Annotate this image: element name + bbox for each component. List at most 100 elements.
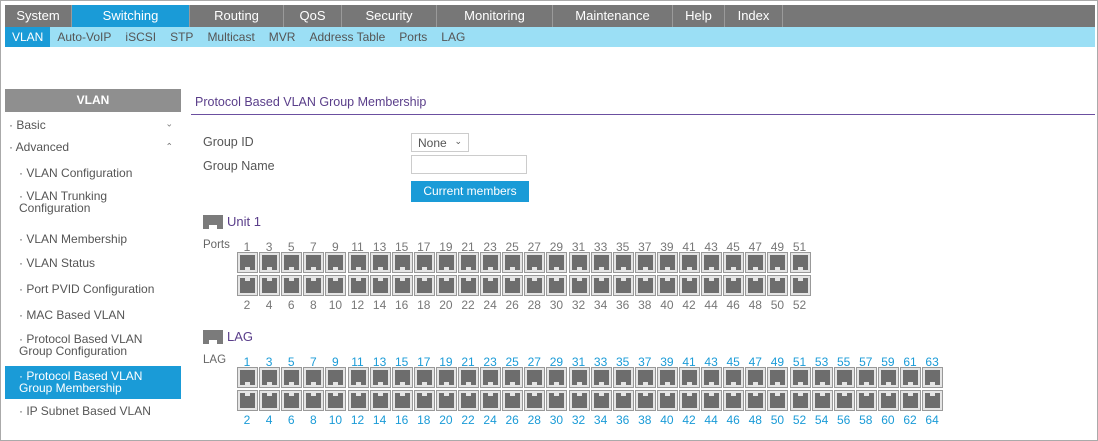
unit-port-16[interactable] xyxy=(391,275,413,296)
unit-port-30[interactable] xyxy=(546,275,568,296)
lag-port-56[interactable] xyxy=(833,390,855,411)
lag-port-40[interactable] xyxy=(656,390,678,411)
subnav-iscsi[interactable]: iSCSI xyxy=(118,27,163,47)
unit-port-1[interactable] xyxy=(237,252,258,273)
lag-port-59[interactable] xyxy=(877,367,899,388)
unit-port-46[interactable] xyxy=(723,275,745,296)
subnav-lag[interactable]: LAG xyxy=(434,27,472,47)
lag-port-4[interactable] xyxy=(259,390,281,411)
lag-port-38[interactable] xyxy=(634,390,656,411)
lag-port-26[interactable] xyxy=(502,390,524,411)
unit-port-2[interactable] xyxy=(237,275,258,296)
lag-port-57[interactable] xyxy=(855,367,877,388)
lag-port-49[interactable] xyxy=(767,367,789,388)
lag-port-37[interactable] xyxy=(634,367,656,388)
lag-port-2[interactable] xyxy=(237,390,258,411)
lag-port-41[interactable] xyxy=(679,367,700,388)
lag-port-58[interactable] xyxy=(855,390,877,411)
unit-port-22[interactable] xyxy=(458,275,479,296)
lag-port-60[interactable] xyxy=(877,390,899,411)
lag-port-18[interactable] xyxy=(413,390,435,411)
unit-port-49[interactable] xyxy=(767,252,789,273)
lag-port-13[interactable] xyxy=(369,367,391,388)
unit-port-50[interactable] xyxy=(767,275,789,296)
unit-port-3[interactable] xyxy=(259,252,281,273)
unit-port-23[interactable] xyxy=(480,252,502,273)
unit-port-20[interactable] xyxy=(435,275,457,296)
unit-port-52[interactable] xyxy=(789,275,811,296)
unit-port-26[interactable] xyxy=(502,275,524,296)
lag-port-5[interactable] xyxy=(281,367,303,388)
unit-port-18[interactable] xyxy=(413,275,435,296)
unit-port-40[interactable] xyxy=(656,275,678,296)
lag-port-61[interactable] xyxy=(900,367,921,388)
lag-port-39[interactable] xyxy=(656,367,678,388)
lag-port-25[interactable] xyxy=(502,367,524,388)
sidebar-item-vlan-trunking-configuration[interactable]: · VLAN Trunking Configuration xyxy=(5,186,181,224)
sidebar-item-protocol-based-vlan-group-membership[interactable]: · Protocol Based VLAN Group Membership xyxy=(5,366,181,399)
sidebar-item-basic[interactable]: · Basic ⌄ xyxy=(5,112,181,136)
lag-port-21[interactable] xyxy=(458,367,479,388)
lag-port-30[interactable] xyxy=(546,390,568,411)
tab-switching[interactable]: Switching xyxy=(72,5,190,27)
lag-port-50[interactable] xyxy=(767,390,789,411)
unit-port-33[interactable] xyxy=(590,252,612,273)
unit-port-14[interactable] xyxy=(369,275,391,296)
lag-port-20[interactable] xyxy=(435,390,457,411)
unit-port-48[interactable] xyxy=(745,275,767,296)
lag-port-6[interactable] xyxy=(281,390,303,411)
lag-port-55[interactable] xyxy=(833,367,855,388)
lag-port-14[interactable] xyxy=(369,390,391,411)
lag-port-11[interactable] xyxy=(347,367,369,388)
lag-port-22[interactable] xyxy=(458,390,479,411)
lag-port-43[interactable] xyxy=(701,367,723,388)
sidebar-item-vlan-status[interactable]: · VLAN Status xyxy=(5,252,181,278)
unit-port-51[interactable] xyxy=(789,252,811,273)
group-id-select[interactable]: None ⌄ xyxy=(411,133,469,152)
tab-help[interactable]: Help xyxy=(673,5,725,27)
lag-port-53[interactable] xyxy=(811,367,833,388)
lag-port-17[interactable] xyxy=(413,367,435,388)
unit-port-9[interactable] xyxy=(325,252,347,273)
unit-port-27[interactable] xyxy=(524,252,546,273)
sidebar-item-vlan-configuration[interactable]: · VLAN Configuration xyxy=(5,158,181,186)
lag-port-46[interactable] xyxy=(723,390,745,411)
unit-port-15[interactable] xyxy=(391,252,413,273)
lag-port-19[interactable] xyxy=(435,367,457,388)
unit-port-37[interactable] xyxy=(634,252,656,273)
lag-port-35[interactable] xyxy=(612,367,634,388)
unit-port-11[interactable] xyxy=(347,252,369,273)
lag-port-8[interactable] xyxy=(303,390,325,411)
unit-port-21[interactable] xyxy=(458,252,479,273)
lag-port-9[interactable] xyxy=(325,367,347,388)
lag-port-28[interactable] xyxy=(524,390,546,411)
lag-port-54[interactable] xyxy=(811,390,833,411)
tab-system[interactable]: System xyxy=(5,5,72,27)
unit-port-31[interactable] xyxy=(568,252,590,273)
unit-port-32[interactable] xyxy=(568,275,590,296)
current-members-button[interactable]: Current members xyxy=(411,181,529,202)
lag-port-24[interactable] xyxy=(480,390,502,411)
lag-port-1[interactable] xyxy=(237,367,258,388)
lag-port-33[interactable] xyxy=(590,367,612,388)
unit-port-45[interactable] xyxy=(723,252,745,273)
unit-port-41[interactable] xyxy=(679,252,700,273)
unit-port-35[interactable] xyxy=(612,252,634,273)
unit-port-28[interactable] xyxy=(524,275,546,296)
unit-port-17[interactable] xyxy=(413,252,435,273)
lag-port-16[interactable] xyxy=(391,390,413,411)
lag-port-31[interactable] xyxy=(568,367,590,388)
unit-port-43[interactable] xyxy=(701,252,723,273)
unit-port-36[interactable] xyxy=(612,275,634,296)
lag-port-3[interactable] xyxy=(259,367,281,388)
unit-port-39[interactable] xyxy=(656,252,678,273)
unit-port-6[interactable] xyxy=(281,275,303,296)
subnav-stp[interactable]: STP xyxy=(163,27,200,47)
unit-port-13[interactable] xyxy=(369,252,391,273)
unit-port-8[interactable] xyxy=(303,275,325,296)
unit-port-47[interactable] xyxy=(745,252,767,273)
unit-port-10[interactable] xyxy=(325,275,347,296)
unit-port-5[interactable] xyxy=(281,252,303,273)
lag-port-47[interactable] xyxy=(745,367,767,388)
subnav-ports[interactable]: Ports xyxy=(392,27,434,47)
